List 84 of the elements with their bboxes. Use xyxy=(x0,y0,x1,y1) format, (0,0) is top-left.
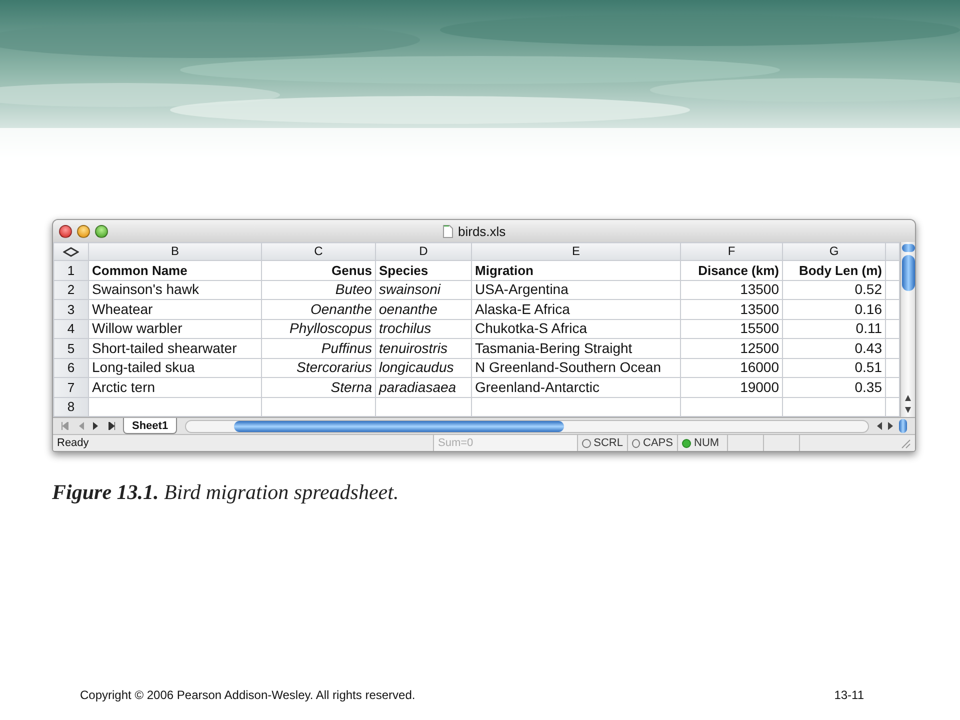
table-cell: Migration xyxy=(472,260,680,280)
table-cell: 12500 xyxy=(680,338,782,358)
table-cell: Arctic tern xyxy=(88,378,262,397)
table-cell: 15500 xyxy=(680,319,782,338)
table-cell: Wheatear xyxy=(88,300,262,319)
scroll-right-icon[interactable] xyxy=(887,422,895,430)
table-cell: Short-tailed shearwater xyxy=(88,338,262,358)
table-cell: trochilus xyxy=(376,319,472,338)
next-sheet-icon[interactable] xyxy=(92,422,100,430)
sheet-tab[interactable]: Sheet1 xyxy=(123,418,178,434)
table-cell: 0.16 xyxy=(782,300,886,319)
minimize-button[interactable] xyxy=(77,224,90,238)
split-handle[interactable] xyxy=(899,419,907,433)
table-cell: Common Name xyxy=(88,260,262,280)
column-header[interactable]: E xyxy=(472,242,680,260)
table-cell: Long-tailed skua xyxy=(88,358,262,378)
scroll-left-icon[interactable] xyxy=(875,422,883,430)
copyright-text: Copyright © 2006 Pearson Addison-Wesley. All rights reserved. xyxy=(80,687,416,704)
table-cell: 13500 xyxy=(680,280,782,300)
table-cell: USA-Argentina xyxy=(472,280,680,300)
status-text: Ready xyxy=(56,436,90,451)
scroll-thumb[interactable] xyxy=(234,420,564,432)
table-cell: Greenland-Antarctic xyxy=(472,378,680,397)
resize-grip-icon[interactable] xyxy=(899,437,911,449)
table-cell: longicaudus xyxy=(376,358,472,378)
table-cell: Stercorarius xyxy=(262,358,376,378)
indicator-label: NUM xyxy=(694,436,720,451)
table-cell: N Greenland-Southern Ocean xyxy=(472,358,680,378)
table-cell: Oenanthe xyxy=(262,300,376,319)
table-cell: Genus xyxy=(262,260,376,280)
table-cell: 0.11 xyxy=(782,319,886,338)
table-cell: swainsoni xyxy=(376,280,472,300)
vertical-scrollbar[interactable] xyxy=(900,242,915,417)
table-cell: Chukotka-S Africa xyxy=(472,319,680,338)
figure-caption: Figure 13.1. Bird migration spreadsheet. xyxy=(52,479,399,506)
table-cell: 13500 xyxy=(680,300,782,319)
row-header[interactable]: 5 xyxy=(54,338,88,358)
window-title: birds.xls xyxy=(458,223,506,241)
table-cell: Alaska-E Africa xyxy=(472,300,680,319)
table-cell: Buteo xyxy=(262,280,376,300)
close-button[interactable] xyxy=(59,224,72,238)
row-header[interactable]: 7 xyxy=(54,378,88,397)
page-number: 13-11 xyxy=(834,687,864,704)
row-header[interactable]: 3 xyxy=(54,300,88,319)
row-header[interactable]: 8 xyxy=(54,397,88,416)
sum-field: Sum=0 xyxy=(433,434,577,451)
row-header[interactable]: 4 xyxy=(54,319,88,338)
split-handle[interactable] xyxy=(902,244,914,252)
table-cell: 0.43 xyxy=(782,338,886,358)
table-cell: 19000 xyxy=(680,378,782,397)
table-cell: paradiasaea xyxy=(376,378,472,397)
scroll-down-icon[interactable] xyxy=(904,406,912,414)
select-all-icon[interactable] xyxy=(63,246,79,257)
column-header[interactable]: D xyxy=(376,242,472,260)
indicator-label: SCRL xyxy=(594,436,623,451)
table-cell: tenuirostris xyxy=(376,338,472,358)
table-cell: Swainson's hawk xyxy=(88,280,262,300)
column-header[interactable]: F xyxy=(680,242,782,260)
table-cell: Willow warbler xyxy=(88,319,262,338)
table-cell: 0.51 xyxy=(782,358,886,378)
row-header[interactable]: 1 xyxy=(54,260,88,280)
document-icon xyxy=(443,225,453,238)
table-cell: Tasmania-Bering Straight xyxy=(472,338,680,358)
column-header[interactable]: C xyxy=(262,242,376,260)
table-cell: oenanthe xyxy=(376,300,472,319)
zoom-button[interactable] xyxy=(95,224,108,238)
last-sheet-icon[interactable] xyxy=(108,422,115,430)
row-header[interactable]: 6 xyxy=(54,358,88,378)
table-cell: 0.35 xyxy=(782,378,886,397)
table-cell: 16000 xyxy=(680,358,782,378)
indicator-label: CAPS xyxy=(643,436,673,451)
table-cell: Sterna xyxy=(262,378,376,397)
table-cell: Species xyxy=(376,260,472,280)
horizontal-scrollbar[interactable] xyxy=(185,420,869,432)
row-header[interactable]: 2 xyxy=(54,280,88,300)
scroll-up-icon[interactable] xyxy=(904,394,912,402)
table-cell: 0.52 xyxy=(782,280,886,300)
table-cell: Body Len (m) xyxy=(782,260,886,280)
table-cell: Disance (km) xyxy=(680,260,782,280)
table-cell: Puffinus xyxy=(262,338,376,358)
table-cell: Phylloscopus xyxy=(262,319,376,338)
column-header[interactable]: G xyxy=(782,242,886,260)
column-header[interactable]: B xyxy=(88,242,262,260)
scroll-thumb[interactable] xyxy=(902,255,914,291)
